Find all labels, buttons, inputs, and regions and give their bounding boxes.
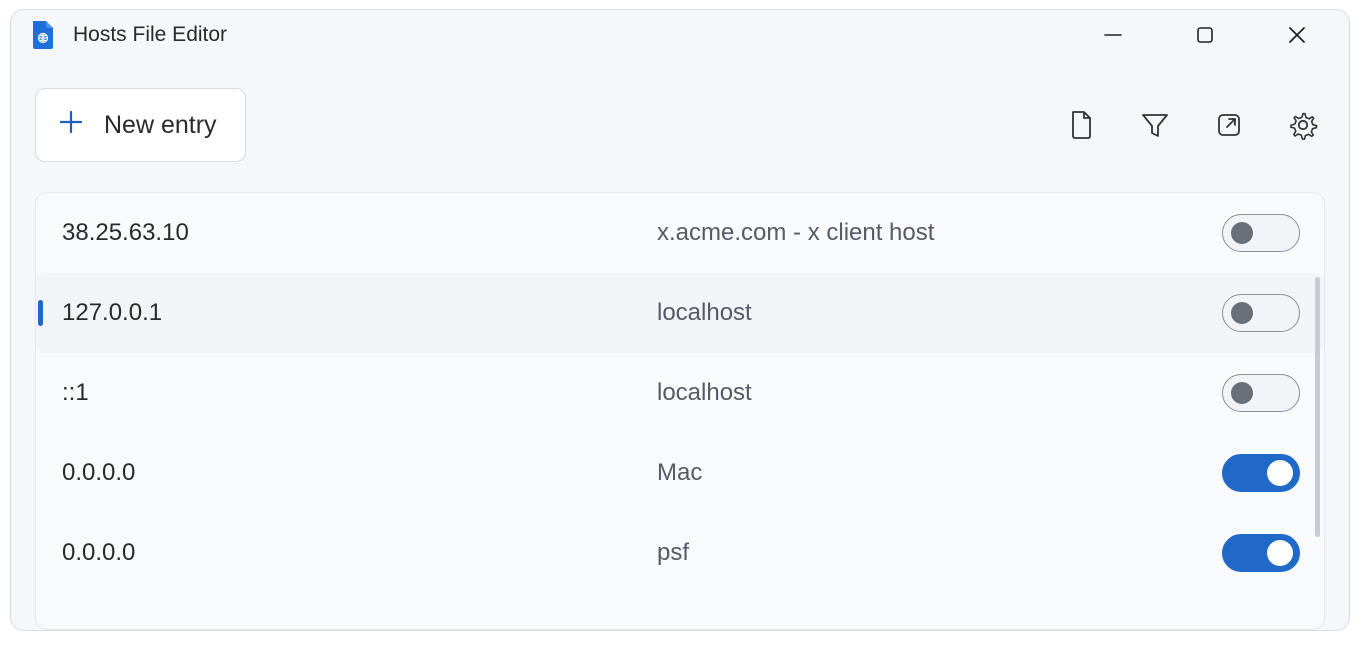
open-hosts-file-button[interactable]: [1213, 109, 1245, 141]
minimize-button[interactable]: [1067, 10, 1159, 60]
selection-indicator: [38, 300, 43, 326]
toggle-knob: [1231, 382, 1253, 404]
app-window: Hosts File Editor New entry: [10, 9, 1350, 631]
hosts-row-hostname: Mac: [657, 459, 1210, 487]
file-additional-lines-button[interactable]: [1065, 109, 1097, 141]
hosts-row-hostname: localhost: [657, 299, 1210, 327]
hosts-row[interactable]: 0.0.0.0psf: [36, 513, 1324, 593]
hosts-row-toggle-cell: [1210, 374, 1300, 412]
hosts-row-toggle-cell: [1210, 294, 1300, 332]
toolbar-actions: [1065, 109, 1319, 141]
close-button[interactable]: [1251, 10, 1343, 60]
enable-toggle[interactable]: [1222, 454, 1300, 492]
hosts-row-hostname: psf: [657, 539, 1210, 567]
hosts-row-toggle-cell: [1210, 214, 1300, 252]
enable-toggle[interactable]: [1222, 534, 1300, 572]
window-controls: [1067, 10, 1343, 60]
filter-button[interactable]: [1139, 109, 1171, 141]
toggle-knob: [1267, 540, 1293, 566]
hosts-row[interactable]: 38.25.63.10x.acme.com - x client host: [36, 193, 1324, 273]
app-file-icon: [31, 21, 55, 49]
hosts-row-ip: 127.0.0.1: [62, 299, 657, 327]
hosts-row-toggle-cell: [1210, 454, 1300, 492]
toggle-knob: [1231, 302, 1253, 324]
hosts-row[interactable]: 0.0.0.0Mac: [36, 433, 1324, 513]
new-entry-button[interactable]: New entry: [35, 88, 246, 162]
hosts-row-hostname: x.acme.com - x client host: [657, 219, 1210, 247]
hosts-row-ip: 0.0.0.0: [62, 459, 657, 487]
settings-button[interactable]: [1287, 109, 1319, 141]
enable-toggle[interactable]: [1222, 294, 1300, 332]
hosts-row-ip: ::1: [62, 379, 657, 407]
plus-icon: [58, 109, 84, 142]
toolbar: New entry: [11, 60, 1349, 162]
hosts-row[interactable]: 127.0.0.1localhost: [36, 273, 1324, 353]
enable-toggle[interactable]: [1222, 374, 1300, 412]
enable-toggle[interactable]: [1222, 214, 1300, 252]
toggle-knob: [1231, 222, 1253, 244]
hosts-row-ip: 38.25.63.10: [62, 219, 657, 247]
maximize-button[interactable]: [1159, 10, 1251, 60]
hosts-list: 38.25.63.10x.acme.com - x client host127…: [36, 193, 1324, 593]
toggle-knob: [1267, 460, 1293, 486]
titlebar: Hosts File Editor: [11, 10, 1349, 60]
hosts-row-hostname: localhost: [657, 379, 1210, 407]
hosts-row-toggle-cell: [1210, 534, 1300, 572]
new-entry-label: New entry: [104, 111, 217, 140]
hosts-list-panel: 38.25.63.10x.acme.com - x client host127…: [35, 192, 1325, 630]
hosts-row-ip: 0.0.0.0: [62, 539, 657, 567]
scrollbar-thumb[interactable]: [1315, 277, 1320, 537]
hosts-row[interactable]: ::1localhost: [36, 353, 1324, 433]
window-title: Hosts File Editor: [73, 23, 227, 47]
